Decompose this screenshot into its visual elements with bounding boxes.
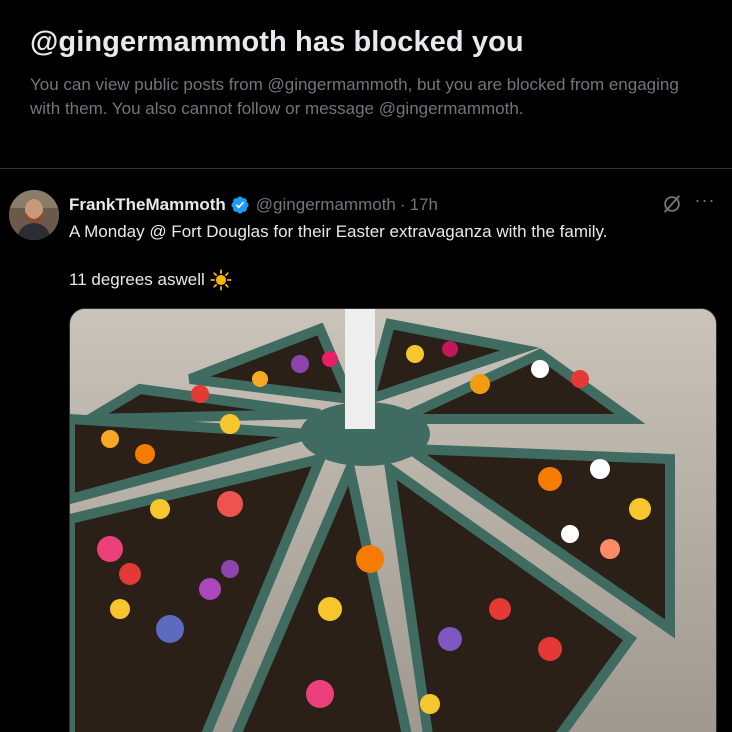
grok-icon[interactable] [661,193,683,215]
blocked-description: You can view public posts from @gingerma… [30,75,679,118]
blocked-title: @gingermammoth has blocked you [30,26,524,58]
separator-dot: · [399,195,406,214]
post-text-line1: A Monday @ Fort Douglas for their Easter… [69,222,608,241]
post-image[interactable] [69,308,717,732]
avatar[interactable] [9,190,59,240]
blocked-banner: @gingermammoth has blocked you You can v… [0,0,732,168]
display-name[interactable]: FrankTheMammoth [69,195,226,215]
sun-icon [210,269,232,291]
post[interactable]: FrankTheMammoth @gingermammoth · 17h ···… [0,169,732,732]
post-text: A Monday @ Fort Douglas for their Easter… [69,221,719,291]
more-options-icon[interactable]: ··· [693,191,717,215]
post-text-line2: 11 degrees aswell [69,270,205,289]
timestamp[interactable]: 17h [410,195,438,215]
handle[interactable]: @gingermammoth [256,195,396,215]
verified-badge-icon [230,195,250,215]
post-header: FrankTheMammoth @gingermammoth · 17h [69,194,438,216]
post-text-line2-row: 11 degrees aswell [69,269,719,291]
